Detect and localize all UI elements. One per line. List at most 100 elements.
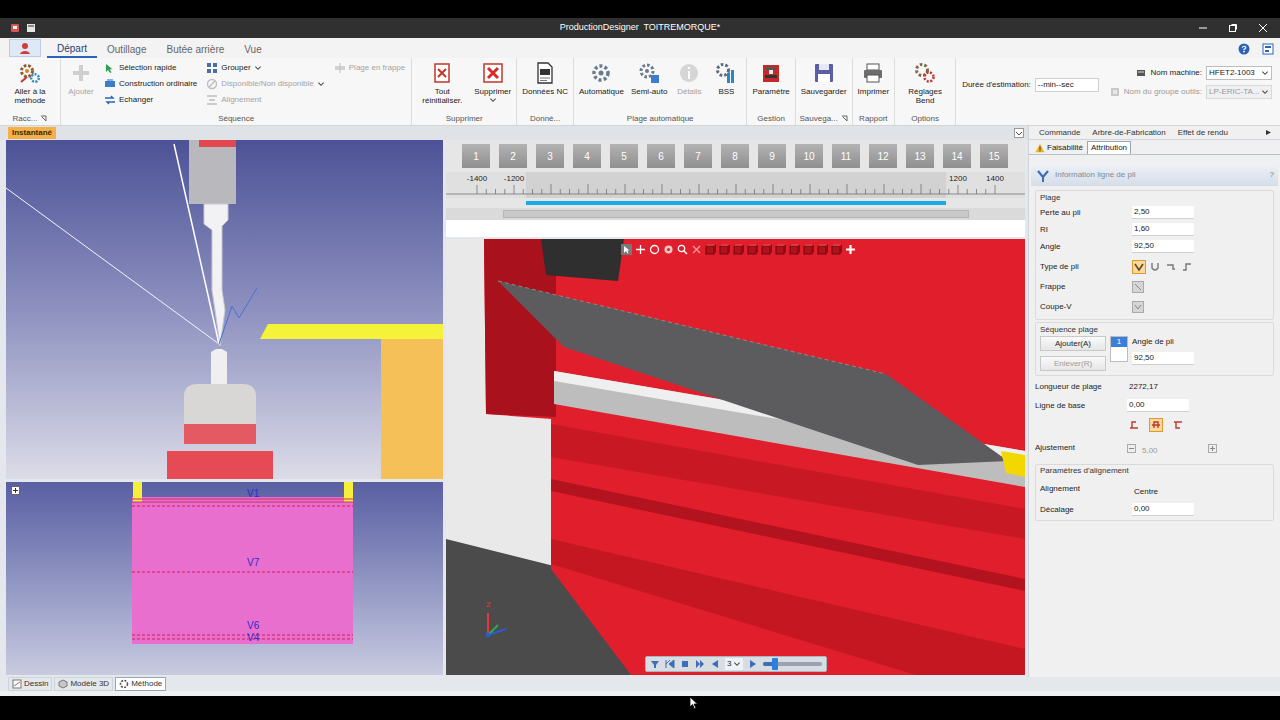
estimation-field[interactable]: --min--sec: [1035, 78, 1099, 92]
view-tool-icon[interactable]: [761, 244, 772, 255]
panel-tab[interactable]: Effet de rendu: [1176, 127, 1230, 139]
panel-subtab[interactable]: Attribution: [1087, 141, 1131, 154]
panel-menu-icon[interactable]: [1014, 128, 1024, 138]
view-tool-icon[interactable]: [705, 244, 716, 255]
bend-line-label[interactable]: V4: [247, 632, 259, 643]
view-tool-icon[interactable]: [649, 244, 660, 255]
station-button[interactable]: 13: [906, 144, 934, 168]
station-button[interactable]: 2: [499, 144, 527, 168]
help-icon[interactable]: [1238, 43, 1250, 55]
ribbon-small-button[interactable]: Sélection rapide: [104, 61, 197, 75]
ribbon-button[interactable]: Ajouter: [64, 61, 98, 103]
option-button[interactable]: [1164, 260, 1178, 274]
view-tool-icon[interactable]: [747, 244, 758, 255]
flat-pattern-view[interactable]: V1V7V6V4: [6, 482, 443, 675]
view-tool-icon[interactable]: [691, 244, 702, 255]
ribbon-tab[interactable]: Outillage: [97, 40, 156, 58]
expand-icon[interactable]: [11, 486, 20, 495]
view-tool-icon[interactable]: [845, 244, 856, 255]
view-tab[interactable]: Méthode: [115, 677, 166, 691]
station-button[interactable]: 6: [647, 144, 675, 168]
field-input[interactable]: 0,00: [1132, 503, 1194, 516]
field-input[interactable]: 0,00: [1127, 399, 1189, 412]
playback-control-icon[interactable]: [680, 659, 690, 669]
ribbon-small-button[interactable]: Plage en frappe: [334, 61, 406, 75]
info-panel-icon[interactable]: [1262, 43, 1274, 55]
field-input[interactable]: 1,60: [1132, 223, 1194, 236]
view-tool-icon[interactable]: [831, 244, 842, 255]
option-button[interactable]: [1180, 260, 1194, 274]
ribbon-button[interactable]: Données NC: [520, 61, 570, 103]
ribbon-button[interactable]: BSS: [709, 61, 743, 103]
panel-help[interactable]: ?: [1270, 169, 1274, 181]
restore-icon[interactable]: [1228, 23, 1238, 33]
ribbon-button[interactable]: Tout réinitialiser.: [415, 61, 469, 112]
ribbon-button[interactable]: Supprimer: [472, 61, 513, 103]
ribbon-tab[interactable]: Butée arrière: [156, 40, 234, 58]
view-tab[interactable]: Dessin: [8, 677, 52, 691]
view-tab[interactable]: Modèle 3D: [54, 677, 113, 691]
ribbon-small-button[interactable]: Alignement: [206, 93, 325, 107]
ribbon-button[interactable]: Réglages Bend: [898, 61, 952, 112]
playback-control-icon[interactable]: [650, 659, 660, 669]
view-tool-icon[interactable]: [817, 244, 828, 255]
ribbon-tab[interactable]: Vue: [234, 40, 271, 58]
machine-select[interactable]: HFET2-1003: [1206, 66, 1272, 80]
ribbon-button[interactable]: Sauvegarder: [799, 61, 849, 103]
field-text[interactable]: Centre: [1132, 477, 1194, 501]
view-tool-icon[interactable]: [621, 244, 632, 255]
station-button[interactable]: 12: [869, 144, 897, 168]
view-tool-icon[interactable]: [789, 244, 800, 255]
frappe-icon[interactable]: [1132, 281, 1144, 293]
panel-tab[interactable]: Arbre-de-Fabrication: [1090, 127, 1167, 139]
view-tool-icon[interactable]: [635, 244, 646, 255]
playback-control-icon[interactable]: [695, 659, 705, 669]
playback-control-icon[interactable]: [665, 659, 675, 669]
ribbon-small-button[interactable]: Grouper: [206, 61, 325, 75]
ribbon-button[interactable]: Aller à la méthode: [3, 61, 57, 112]
play-icon[interactable]: [748, 659, 758, 669]
ribbon-small-button[interactable]: Construction ordinaire: [104, 77, 197, 91]
option-button[interactable]: [1148, 260, 1162, 274]
view-tool-icon[interactable]: [775, 244, 786, 255]
view-tool-icon[interactable]: [719, 244, 730, 255]
panel-subtab[interactable]: Faisabilité: [1032, 141, 1086, 154]
station-button[interactable]: 8: [721, 144, 749, 168]
panel-tab[interactable]: Commande: [1037, 127, 1082, 139]
ribbon-button[interactable]: Semi-auto: [629, 61, 669, 103]
bend-line-label[interactable]: V7: [247, 557, 259, 568]
field-input[interactable]: 92,50: [1132, 240, 1194, 253]
minimize-icon[interactable]: [1198, 23, 1208, 33]
station-button[interactable]: 9: [758, 144, 786, 168]
ribbon-button[interactable]: Imprimer: [856, 61, 892, 103]
ribbon-button[interactable]: Automatique: [577, 61, 626, 103]
option-button[interactable]: [1149, 418, 1163, 432]
ribbon-small-button[interactable]: Echanger: [104, 93, 197, 107]
sequence-item[interactable]: 1: [1111, 337, 1127, 347]
playback-control-icon[interactable]: [710, 659, 720, 669]
station-button[interactable]: 5: [610, 144, 638, 168]
bend-line-label[interactable]: V1: [247, 488, 259, 499]
ribbon-button[interactable]: Détails: [672, 61, 706, 103]
dialog-launcher-icon[interactable]: [841, 115, 848, 122]
machine-3d-view[interactable]: Z3: [446, 239, 1025, 675]
more-tabs-icon[interactable]: [1265, 129, 1272, 136]
ribbon-small-button[interactable]: Disponible/Non disponible: [206, 77, 325, 91]
field-input[interactable]: 92,50: [1132, 352, 1194, 365]
sequence-button[interactable]: Ajouter(A): [1040, 336, 1106, 351]
ribbon-tab[interactable]: Départ: [47, 40, 97, 58]
option-button[interactable]: [1132, 260, 1146, 274]
coupe-v-icon[interactable]: [1132, 301, 1144, 313]
station-button[interactable]: 15: [980, 144, 1008, 168]
station-button[interactable]: 3: [536, 144, 564, 168]
dialog-launcher-icon[interactable]: [40, 115, 47, 122]
close-icon[interactable]: [1258, 23, 1268, 33]
station-ruler[interactable]: 123456789101112131415-1400-120012001400: [446, 140, 1025, 237]
cross-section-view[interactable]: [6, 140, 443, 479]
station-button[interactable]: 14: [943, 144, 971, 168]
view-tool-icon[interactable]: [677, 244, 688, 255]
station-button[interactable]: 4: [573, 144, 601, 168]
playback-slider-thumb[interactable]: [772, 658, 778, 670]
view-tool-icon[interactable]: [663, 244, 674, 255]
view-tool-icon[interactable]: [733, 244, 744, 255]
